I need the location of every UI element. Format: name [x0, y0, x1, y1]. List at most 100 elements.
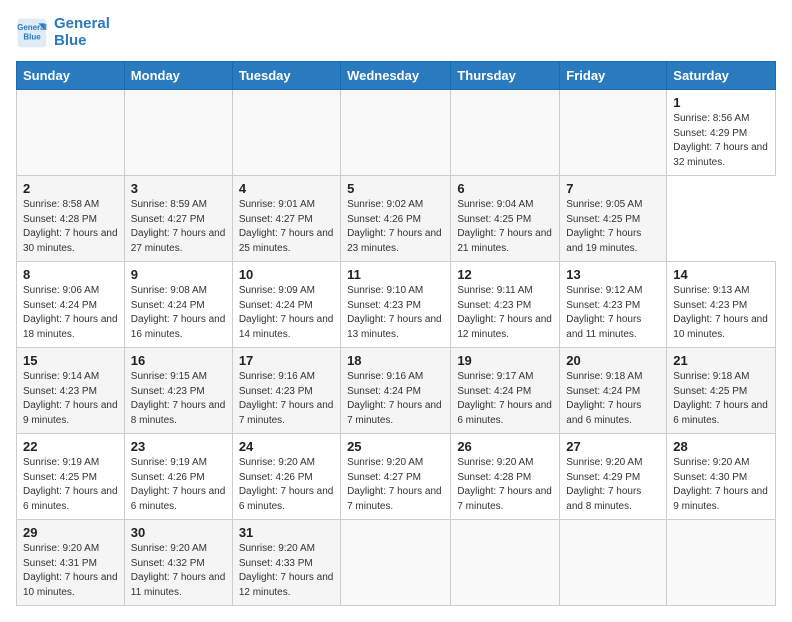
day-info: Sunrise: 9:10 AMSunset: 4:23 PMDaylight:…: [347, 284, 444, 342]
day-info: Sunrise: 9:15 AMSunset: 4:23 PMDaylight:…: [131, 370, 226, 428]
calendar-empty-cell: [124, 90, 232, 176]
calendar-empty-cell: [560, 520, 667, 606]
calendar-day-cell: 1 Sunrise: 8:56 AMSunset: 4:29 PMDaylight…: [667, 90, 776, 176]
calendar-day-cell: 30 Sunrise: 9:20 AMSunset: 4:32 PMDayligh…: [124, 520, 232, 606]
calendar-empty-cell: [17, 90, 125, 176]
calendar-day-cell: 7 Sunrise: 9:05 AMSunset: 4:25 PMDaylight…: [560, 176, 667, 262]
calendar-week-row: 29Sunrise: 9:20 AMSunset: 4:31 PMDayligh…: [17, 520, 776, 606]
svg-text:Blue: Blue: [23, 32, 41, 41]
day-number: 23: [131, 439, 226, 454]
calendar-week-row: 1 Sunrise: 8:56 AMSunset: 4:29 PMDaylight…: [17, 90, 776, 176]
calendar-day-cell: 12Sunrise: 9:11 AMSunset: 4:23 PMDayligh…: [451, 262, 560, 348]
day-info: Sunrise: 9:12 AMSunset: 4:23 PMDaylight:…: [566, 284, 660, 342]
day-number: 30: [131, 525, 226, 540]
day-info: Sunrise: 9:19 AMSunset: 4:25 PMDaylight:…: [23, 456, 118, 514]
calendar-day-cell: 25 Sunrise: 9:20 AMSunset: 4:27 PMDayligh…: [341, 434, 451, 520]
day-number: 7: [566, 181, 660, 196]
day-number: 5: [347, 181, 444, 196]
page-header: General Blue General Blue: [16, 16, 776, 49]
day-info: Sunrise: 8:56 AMSunset: 4:29 PMDaylight:…: [673, 112, 769, 170]
day-info: Sunrise: 9:16 AMSunset: 4:24 PMDaylight:…: [347, 370, 444, 428]
calendar-day-cell: 6 Sunrise: 9:04 AMSunset: 4:25 PMDaylight…: [451, 176, 560, 262]
day-info: Sunrise: 9:02 AMSunset: 4:26 PMDaylight:…: [347, 198, 444, 256]
day-number: 21: [673, 353, 769, 368]
day-info: Sunrise: 9:20 AMSunset: 4:30 PMDaylight:…: [673, 456, 769, 514]
calendar-day-header: Wednesday: [341, 62, 451, 90]
calendar-day-cell: 15Sunrise: 9:14 AMSunset: 4:23 PMDayligh…: [17, 348, 125, 434]
calendar-day-header: Saturday: [667, 62, 776, 90]
day-info: Sunrise: 9:14 AMSunset: 4:23 PMDaylight:…: [23, 370, 118, 428]
day-info: Sunrise: 9:04 AMSunset: 4:25 PMDaylight:…: [457, 198, 553, 256]
day-number: 19: [457, 353, 553, 368]
calendar-table: SundayMondayTuesdayWednesdayThursdayFrid…: [16, 61, 776, 606]
calendar-day-cell: 5 Sunrise: 9:02 AMSunset: 4:26 PMDaylight…: [341, 176, 451, 262]
day-number: 13: [566, 267, 660, 282]
calendar-day-cell: 23 Sunrise: 9:19 AMSunset: 4:26 PMDayligh…: [124, 434, 232, 520]
day-number: 9: [131, 267, 226, 282]
calendar-day-cell: 29Sunrise: 9:20 AMSunset: 4:31 PMDayligh…: [17, 520, 125, 606]
day-number: 4: [239, 181, 334, 196]
calendar-day-header: Thursday: [451, 62, 560, 90]
calendar-day-cell: 16 Sunrise: 9:15 AMSunset: 4:23 PMDayligh…: [124, 348, 232, 434]
day-info: Sunrise: 8:58 AMSunset: 4:28 PMDaylight:…: [23, 198, 118, 256]
calendar-day-cell: 9Sunrise: 9:08 AMSunset: 4:24 PMDaylight…: [124, 262, 232, 348]
day-number: 2: [23, 181, 118, 196]
day-number: 14: [673, 267, 769, 282]
day-info: Sunrise: 9:16 AMSunset: 4:23 PMDaylight:…: [239, 370, 334, 428]
day-info: Sunrise: 9:20 AMSunset: 4:32 PMDaylight:…: [131, 542, 226, 600]
calendar-week-row: 15Sunrise: 9:14 AMSunset: 4:23 PMDayligh…: [17, 348, 776, 434]
calendar-empty-cell: [451, 520, 560, 606]
day-info: Sunrise: 9:18 AMSunset: 4:24 PMDaylight:…: [566, 370, 660, 428]
calendar-day-cell: 8 Sunrise: 9:06 AMSunset: 4:24 PMDaylight…: [17, 262, 125, 348]
logo-icon: General Blue: [16, 17, 48, 49]
calendar-day-cell: 26Sunrise: 9:20 AMSunset: 4:28 PMDayligh…: [451, 434, 560, 520]
day-number: 27: [566, 439, 660, 454]
calendar-empty-cell: [560, 90, 667, 176]
day-number: 26: [457, 439, 553, 454]
calendar-day-header: Monday: [124, 62, 232, 90]
calendar-day-cell: 20Sunrise: 9:18 AMSunset: 4:24 PMDayligh…: [560, 348, 667, 434]
day-number: 25: [347, 439, 444, 454]
calendar-day-cell: 10 Sunrise: 9:09 AMSunset: 4:24 PMDayligh…: [232, 262, 340, 348]
calendar-empty-cell: [667, 520, 776, 606]
day-info: Sunrise: 8:59 AMSunset: 4:27 PMDaylight:…: [131, 198, 226, 256]
day-number: 1: [673, 95, 769, 110]
day-info: Sunrise: 9:20 AMSunset: 4:27 PMDaylight:…: [347, 456, 444, 514]
logo: General Blue General Blue: [16, 16, 110, 49]
calendar-empty-cell: [232, 90, 340, 176]
day-number: 24: [239, 439, 334, 454]
calendar-day-cell: 2 Sunrise: 8:58 AMSunset: 4:28 PMDaylight…: [17, 176, 125, 262]
calendar-empty-cell: [341, 520, 451, 606]
day-info: Sunrise: 9:05 AMSunset: 4:25 PMDaylight:…: [566, 198, 660, 256]
calendar-header-row: SundayMondayTuesdayWednesdayThursdayFrid…: [17, 62, 776, 90]
calendar-day-cell: 24Sunrise: 9:20 AMSunset: 4:26 PMDayligh…: [232, 434, 340, 520]
day-info: Sunrise: 9:09 AMSunset: 4:24 PMDaylight:…: [239, 284, 334, 342]
day-number: 31: [239, 525, 334, 540]
day-number: 28: [673, 439, 769, 454]
day-info: Sunrise: 9:06 AMSunset: 4:24 PMDaylight:…: [23, 284, 118, 342]
day-info: Sunrise: 9:18 AMSunset: 4:25 PMDaylight:…: [673, 370, 769, 428]
calendar-week-row: 2 Sunrise: 8:58 AMSunset: 4:28 PMDaylight…: [17, 176, 776, 262]
calendar-day-cell: 13 Sunrise: 9:12 AMSunset: 4:23 PMDayligh…: [560, 262, 667, 348]
day-number: 18: [347, 353, 444, 368]
day-number: 29: [23, 525, 118, 540]
day-info: Sunrise: 9:20 AMSunset: 4:33 PMDaylight:…: [239, 542, 334, 600]
day-number: 8: [23, 267, 118, 282]
day-number: 22: [23, 439, 118, 454]
calendar-day-cell: 27Sunrise: 9:20 AMSunset: 4:29 PMDayligh…: [560, 434, 667, 520]
day-number: 6: [457, 181, 553, 196]
logo-text: General Blue: [54, 16, 110, 49]
calendar-week-row: 8 Sunrise: 9:06 AMSunset: 4:24 PMDaylight…: [17, 262, 776, 348]
calendar-day-cell: 18 Sunrise: 9:16 AMSunset: 4:24 PMDayligh…: [341, 348, 451, 434]
day-number: 10: [239, 267, 334, 282]
day-info: Sunrise: 9:19 AMSunset: 4:26 PMDaylight:…: [131, 456, 226, 514]
calendar-day-cell: 21 Sunrise: 9:18 AMSunset: 4:25 PMDayligh…: [667, 348, 776, 434]
calendar-day-cell: 17 Sunrise: 9:16 AMSunset: 4:23 PMDayligh…: [232, 348, 340, 434]
day-number: 11: [347, 267, 444, 282]
day-number: 3: [131, 181, 226, 196]
day-info: Sunrise: 9:01 AMSunset: 4:27 PMDaylight:…: [239, 198, 334, 256]
day-number: 17: [239, 353, 334, 368]
calendar-day-cell: 3 Sunrise: 8:59 AMSunset: 4:27 PMDaylight…: [124, 176, 232, 262]
day-number: 16: [131, 353, 226, 368]
day-info: Sunrise: 9:13 AMSunset: 4:23 PMDaylight:…: [673, 284, 769, 342]
